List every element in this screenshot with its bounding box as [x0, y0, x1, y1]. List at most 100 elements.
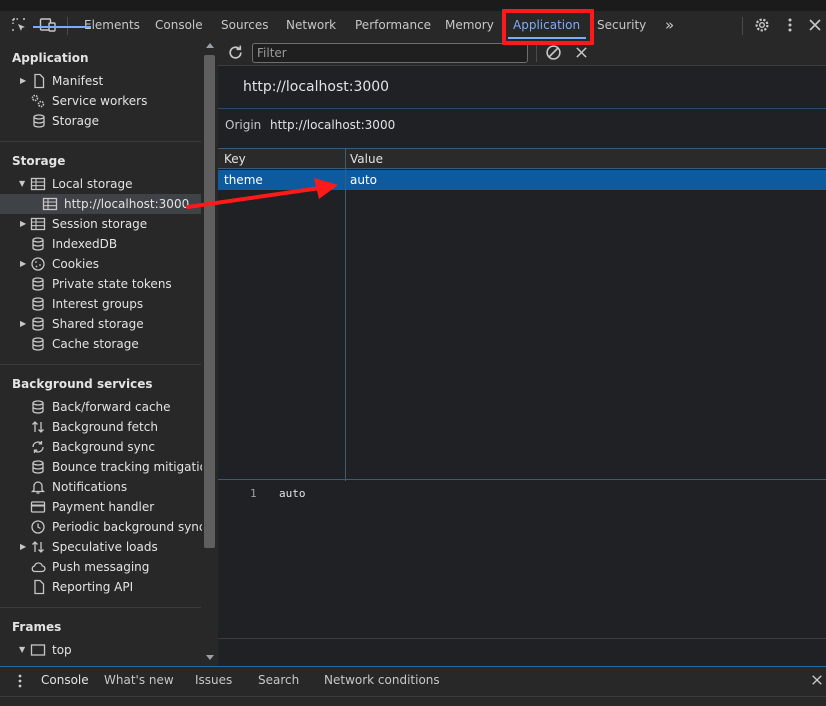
sidebar-item-local-storage[interactable]: ▼ Local storage [0, 174, 201, 194]
tab-memory[interactable]: Memory [445, 11, 494, 40]
up-down-arrows-icon [30, 419, 46, 435]
sidebar-item-label: Background fetch [52, 420, 158, 434]
value-preview-pane: 1 auto [218, 480, 826, 640]
preview-content[interactable]: auto [279, 487, 306, 500]
filter-input[interactable] [252, 43, 528, 63]
column-header-value[interactable]: Value [350, 152, 383, 166]
expand-arrow-icon[interactable]: ▶ [20, 71, 30, 91]
section-title-application: Application [12, 51, 89, 65]
sidebar-item-service-workers[interactable]: Service workers [0, 91, 201, 111]
scroll-up-icon[interactable] [206, 43, 214, 48]
tab-sources[interactable]: Sources [221, 11, 268, 40]
drawer-tab-whats-new[interactable]: What's new [104, 673, 174, 687]
origin-label: Origin [225, 118, 262, 132]
row-value-cell[interactable]: auto [350, 173, 377, 187]
tab-performance[interactable]: Performance [355, 11, 431, 40]
clock-icon [30, 519, 46, 535]
table-icon [30, 176, 46, 192]
sidebar-scrollbar-thumb[interactable] [204, 55, 215, 548]
drawer-tab-issues[interactable]: Issues [195, 673, 232, 687]
drawer-tab-search[interactable]: Search [258, 673, 299, 687]
kebab-menu-icon[interactable] [782, 17, 798, 33]
tab-console[interactable]: Console [155, 11, 203, 40]
refresh-icon[interactable] [227, 44, 244, 61]
section-title-background-services: Background services [12, 377, 153, 391]
sidebar-item-reporting-api[interactable]: Reporting API [0, 577, 201, 597]
section-title-frames: Frames [12, 620, 62, 634]
sidebar-item-label: Local storage [52, 177, 133, 191]
sidebar-item-label: Manifest [52, 74, 104, 88]
sidebar-item-label: Shared storage [52, 317, 144, 331]
database-icon [30, 316, 46, 332]
sidebar-item-label: Interest groups [52, 297, 144, 311]
sidebar-item-indexeddb[interactable]: IndexedDB [0, 234, 201, 254]
annotation-arrow [186, 178, 338, 209]
sidebar-item-background-sync[interactable]: Background sync [0, 437, 201, 457]
sidebar-item-cookies[interactable]: ▶ Cookies [0, 254, 201, 274]
drawer-tab-network-conditions[interactable]: Network conditions [324, 673, 440, 687]
close-drawer-icon[interactable] [811, 674, 823, 686]
sidebar-item-label: Payment handler [52, 500, 155, 514]
sidebar-item-manifest[interactable]: ▶ Manifest [0, 71, 201, 91]
frame-icon [30, 642, 46, 658]
sidebar-item-private-state-tokens[interactable]: Private state tokens [0, 274, 201, 294]
sidebar-item-label: http://localhost:3000 [64, 197, 190, 211]
sidebar-item-label: Service workers [52, 94, 148, 108]
inspect-element-icon[interactable] [11, 17, 27, 33]
column-header-key[interactable]: Key [224, 152, 246, 166]
cookie-icon [30, 256, 46, 272]
sidebar-item-label: Bounce tracking mitigations [52, 460, 218, 474]
expand-arrow-icon[interactable]: ▶ [20, 314, 30, 334]
sidebar-item-label: Cache storage [52, 337, 139, 351]
cloud-icon [30, 559, 46, 575]
more-tabs-button[interactable]: » [665, 11, 674, 40]
console-toolbar [0, 696, 826, 706]
sidebar-item-push-messaging[interactable]: Push messaging [0, 557, 201, 577]
origin-heading: http://localhost:3000 [243, 79, 390, 95]
drawer-tab-console[interactable]: Console [41, 673, 89, 687]
sync-icon [30, 439, 46, 455]
database-icon [30, 276, 46, 292]
devtools-tab-bar: Elements Console Sources Network Perform… [0, 0, 826, 40]
clear-all-icon[interactable] [545, 44, 562, 61]
sidebar-item-notifications[interactable]: Notifications [0, 477, 201, 497]
sidebar-item-label: Private state tokens [52, 277, 172, 291]
close-icon[interactable] [808, 18, 822, 32]
tab-network[interactable]: Network [286, 11, 336, 40]
sidebar-item-background-fetch[interactable]: Background fetch [0, 417, 201, 437]
scroll-down-icon[interactable] [206, 655, 214, 660]
sidebar-item-periodic-background-sync[interactable]: Periodic background sync [0, 517, 206, 537]
storage-main-panel: http://localhost:3000 Origin http://loca… [218, 40, 826, 666]
origin-value: http://localhost:3000 [270, 118, 396, 132]
drawer-menu-icon[interactable] [13, 673, 27, 689]
collapse-arrow-icon[interactable]: ▼ [19, 640, 29, 660]
sidebar-item-speculative-loads[interactable]: ▶ Speculative loads [0, 537, 201, 557]
table-header: Key Value [218, 149, 826, 169]
sidebar-item-interest-groups[interactable]: Interest groups [0, 294, 201, 314]
sidebar-item-cache-storage[interactable]: Cache storage [0, 334, 201, 354]
sidebar-item-payment-handler[interactable]: Payment handler [0, 497, 201, 517]
sidebar-item-label: Speculative loads [52, 540, 158, 554]
gear-icon[interactable] [754, 17, 770, 33]
sidebar-item-storage[interactable]: Storage [0, 111, 201, 131]
sidebar-item-frame-top[interactable]: ▼ top [0, 640, 201, 660]
tab-security[interactable]: Security [597, 11, 646, 40]
sidebar-item-localhost-origin[interactable]: http://localhost:3000 [0, 194, 201, 214]
collapse-arrow-icon[interactable]: ▼ [19, 174, 29, 194]
document-icon [31, 579, 47, 595]
expand-arrow-icon[interactable]: ▶ [20, 254, 30, 274]
delete-selected-icon[interactable] [575, 46, 588, 59]
expand-arrow-icon[interactable]: ▶ [20, 214, 30, 234]
database-icon [30, 459, 46, 475]
tab-elements[interactable]: Elements [84, 11, 140, 40]
expand-arrow-icon[interactable]: ▶ [20, 537, 30, 557]
device-toolbar-icon[interactable] [39, 17, 57, 33]
sidebar-item-label: Storage [52, 114, 99, 128]
sidebar-item-label: top [52, 643, 72, 657]
sidebar-item-session-storage[interactable]: ▶ Session storage [0, 214, 201, 234]
sidebar-item-shared-storage[interactable]: ▶ Shared storage [0, 314, 201, 334]
sidebar-item-back-forward-cache[interactable]: Back/forward cache [0, 397, 201, 417]
sidebar-item-bounce-tracking[interactable]: Bounce tracking mitigations [0, 457, 218, 477]
database-icon [31, 113, 47, 129]
drawer-active-underline [33, 26, 91, 28]
